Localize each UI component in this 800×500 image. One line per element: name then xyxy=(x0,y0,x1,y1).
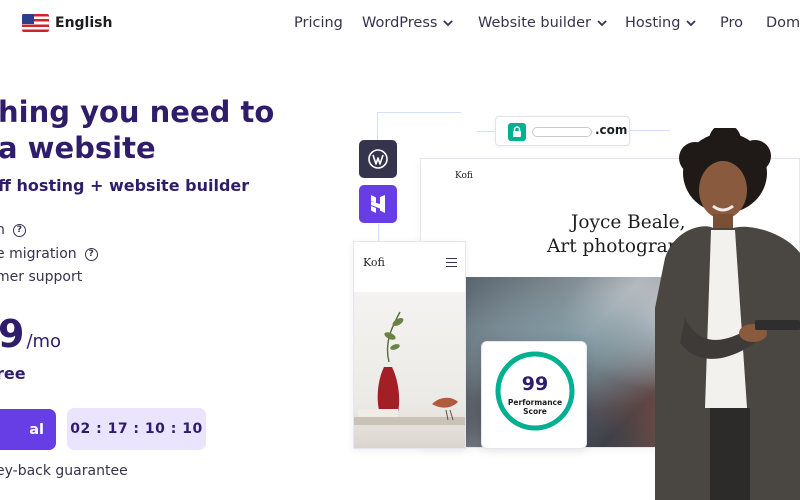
question-circle-icon[interactable]: ? xyxy=(84,247,98,261)
domain-url-bar: .com xyxy=(495,116,630,146)
performance-score-value: 99 xyxy=(521,373,549,395)
hero-title-line-1: hing you need to xyxy=(0,95,275,129)
hostinger-builder-icon xyxy=(359,185,397,223)
feature-label: n xyxy=(0,222,5,238)
vase-photo xyxy=(354,292,465,448)
money-back-guarantee: ey-back guarantee xyxy=(0,463,128,479)
claim-deal-button[interactable]: al xyxy=(0,409,56,450)
wordpress-icon xyxy=(359,140,397,178)
price-period: /mo xyxy=(26,331,62,352)
connector-line xyxy=(377,112,461,140)
chevron-down-icon xyxy=(686,20,697,27)
bonus-text: ree xyxy=(0,364,26,383)
nav-label: Website builder xyxy=(478,15,591,31)
nav-label: Doma xyxy=(766,15,800,31)
hamburger-menu-icon xyxy=(446,258,457,267)
performance-score-card: 99 Performance Score xyxy=(481,341,587,449)
connector-line xyxy=(378,224,379,242)
nav-wordpress[interactable]: WordPress xyxy=(362,15,454,31)
feature-label: mer support xyxy=(0,269,83,285)
mobile-site-preview: Kofi xyxy=(353,241,466,449)
performance-score-label: Performance Score xyxy=(482,398,588,416)
hero-title: hing you need to a website xyxy=(0,94,274,166)
price-amount: 9 xyxy=(0,312,25,356)
feature-item: n ? xyxy=(0,222,26,238)
chevron-down-icon xyxy=(443,20,454,27)
mobile-brand: Kofi xyxy=(363,256,385,269)
nav-label: WordPress xyxy=(362,15,438,31)
price: 9 /mo xyxy=(0,312,61,356)
countdown-timer: 02 : 17 : 10 : 10 xyxy=(67,408,206,450)
lock-icon xyxy=(508,123,526,141)
nav-hosting[interactable]: Hosting xyxy=(625,15,697,31)
performance-label-line-2: Score xyxy=(523,407,547,416)
url-field-placeholder xyxy=(532,127,592,137)
hero-title-line-2: a website xyxy=(0,131,156,165)
desktop-brand: Kofi xyxy=(455,171,473,181)
nav-website-builder[interactable]: Website builder xyxy=(478,15,607,31)
nav-pro[interactable]: Pro xyxy=(720,15,743,31)
hero-subtitle: ff hosting + website builder xyxy=(0,176,250,195)
feature-item: mer support xyxy=(0,269,82,285)
nav-pricing[interactable]: Pricing xyxy=(294,15,343,31)
nav-label: Pricing xyxy=(294,15,343,31)
performance-label-line-1: Performance xyxy=(507,398,563,407)
main-nav: Pricing WordPress Website builder Hostin… xyxy=(0,15,800,37)
feature-item: e migration ? xyxy=(0,246,98,262)
question-circle-icon[interactable]: ? xyxy=(12,223,26,237)
feature-label: e migration xyxy=(0,246,77,262)
nav-domains[interactable]: Doma xyxy=(766,15,800,31)
chevron-down-icon xyxy=(597,20,607,27)
person-photo xyxy=(655,128,800,500)
nav-label: Hosting xyxy=(625,15,681,31)
nav-label: Pro xyxy=(720,15,744,31)
top-navigation: English Pricing WordPress Website builde… xyxy=(0,0,800,50)
url-tld: .com xyxy=(595,123,628,137)
